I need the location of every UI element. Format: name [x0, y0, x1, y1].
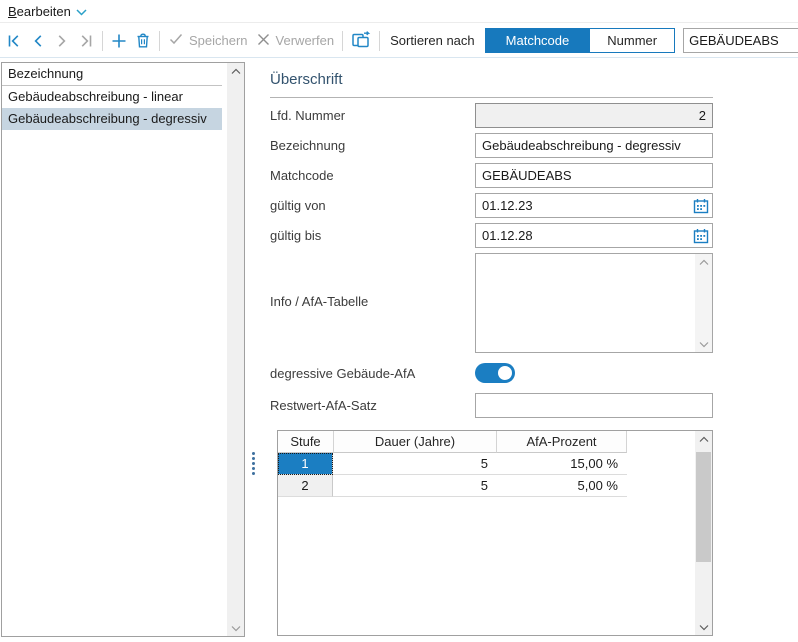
- info-afa-tabelle-label: Info / AfA-Tabelle: [270, 294, 368, 309]
- toolbar-separator: [102, 31, 103, 51]
- dauer-cell[interactable]: 5: [333, 475, 497, 497]
- form-row-lfd-nummer: Lfd. Nummer: [270, 103, 713, 128]
- lfd-nummer-label: Lfd. Nummer: [270, 103, 475, 128]
- afa-staffel-table: Stufe Dauer (Jahre) AfA-Prozent 1 5 15,0…: [277, 430, 713, 636]
- list-item-linear[interactable]: Gebäudeabschreibung - linear: [2, 86, 222, 108]
- toggle-knob: [498, 366, 512, 380]
- scroll-up-icon[interactable]: [695, 431, 712, 447]
- scroll-up-icon[interactable]: [695, 254, 712, 270]
- form-row-matchcode: Matchcode: [270, 163, 713, 188]
- menu-bearbeiten[interactable]: Bearbeiten: [8, 4, 87, 19]
- sort-by-label: Sortieren nach: [390, 33, 475, 48]
- menu-bar: Bearbeiten: [0, 0, 798, 23]
- previous-record-button[interactable]: [26, 28, 50, 54]
- row-header-cell[interactable]: 1: [278, 453, 333, 475]
- scroll-down-icon[interactable]: [227, 620, 244, 636]
- list-scrollbar[interactable]: [227, 63, 244, 636]
- matchcode-label: Matchcode: [270, 163, 475, 188]
- menu-bearbeiten-label: Bearbeiten: [8, 4, 71, 19]
- afa-table-row[interactable]: 1 5 15,00 %: [278, 453, 712, 475]
- form-row-gueltig-von: gültig von: [270, 193, 713, 218]
- calendar-icon[interactable]: [692, 197, 710, 214]
- textarea-scrollbar[interactable]: [695, 254, 712, 352]
- toolbar-separator: [342, 31, 343, 51]
- toolbar-separator: [379, 31, 380, 51]
- discard-button[interactable]: Verwerfen: [256, 32, 335, 50]
- discard-button-label: Verwerfen: [276, 33, 335, 48]
- toolbar-separator: [159, 31, 160, 51]
- gueltig-von-field[interactable]: [475, 193, 713, 218]
- degressive-afa-label: degressive Gebäude-AfA: [270, 366, 415, 381]
- next-record-button[interactable]: [50, 28, 74, 54]
- table-scrollbar[interactable]: [695, 431, 712, 635]
- x-icon: [256, 32, 271, 50]
- delete-record-button[interactable]: [131, 28, 155, 54]
- lfd-nummer-field: [475, 103, 713, 128]
- first-record-button[interactable]: [2, 28, 26, 54]
- dauer-cell[interactable]: 5: [333, 453, 497, 475]
- form-row-bezeichnung: Bezeichnung: [270, 133, 713, 158]
- afa-prozent-cell[interactable]: 5,00 %: [497, 475, 627, 497]
- gueltig-bis-field[interactable]: [475, 223, 713, 248]
- form-heading: Überschrift: [270, 71, 713, 98]
- scroll-up-icon[interactable]: [227, 63, 244, 79]
- save-button-label: Speichern: [189, 33, 248, 48]
- matchcode-field[interactable]: [475, 163, 713, 188]
- filter-input[interactable]: [683, 28, 798, 53]
- form-row-gueltig-bis: gültig bis: [270, 223, 713, 248]
- gueltig-bis-label: gültig bis: [270, 223, 475, 248]
- row-header-cell[interactable]: 2: [278, 475, 333, 497]
- list-item-degressiv[interactable]: Gebäudeabschreibung - degressiv: [2, 108, 222, 130]
- last-record-button[interactable]: [74, 28, 98, 54]
- form-row-restwert: Restwert-AfA-Satz: [270, 393, 713, 418]
- list-column-header[interactable]: Bezeichnung: [2, 63, 222, 86]
- panel-splitter-handle[interactable]: [252, 452, 255, 475]
- info-afa-tabelle-field[interactable]: [475, 253, 713, 353]
- toolbar: Speichern Verwerfen Sortieren nach Match…: [0, 24, 798, 58]
- column-header-dauer[interactable]: Dauer (Jahre): [333, 431, 497, 453]
- restwert-afa-satz-field[interactable]: [475, 393, 713, 418]
- column-header-stufe[interactable]: Stufe: [278, 431, 333, 453]
- afa-prozent-cell[interactable]: 15,00 %: [497, 453, 627, 475]
- check-icon: [168, 31, 184, 50]
- bezeichnung-field[interactable]: [475, 133, 713, 158]
- scrollbar-thumb[interactable]: [696, 452, 711, 562]
- afa-table-row[interactable]: 2 5 5,00 %: [278, 475, 712, 497]
- record-list-panel: Bezeichnung Gebäudeabschreibung - linear…: [1, 62, 245, 637]
- afa-table-header: Stufe Dauer (Jahre) AfA-Prozent: [278, 431, 712, 453]
- sort-segmented-control: Matchcode Nummer: [485, 28, 675, 53]
- sort-matchcode-button[interactable]: Matchcode: [486, 29, 590, 52]
- restwert-afa-satz-label: Restwert-AfA-Satz: [270, 393, 475, 418]
- switch-view-button[interactable]: [347, 28, 375, 54]
- chevron-down-icon: [76, 4, 87, 19]
- calendar-icon[interactable]: [692, 227, 710, 244]
- scroll-down-icon[interactable]: [695, 619, 712, 635]
- gueltig-von-label: gültig von: [270, 193, 475, 218]
- scroll-down-icon[interactable]: [695, 336, 712, 352]
- degressive-afa-toggle[interactable]: [475, 363, 515, 383]
- column-header-afa-prozent[interactable]: AfA-Prozent: [497, 431, 627, 453]
- add-record-button[interactable]: [107, 28, 131, 54]
- save-button[interactable]: Speichern: [168, 31, 248, 50]
- bezeichnung-label: Bezeichnung: [270, 133, 475, 158]
- sort-nummer-button[interactable]: Nummer: [589, 29, 674, 52]
